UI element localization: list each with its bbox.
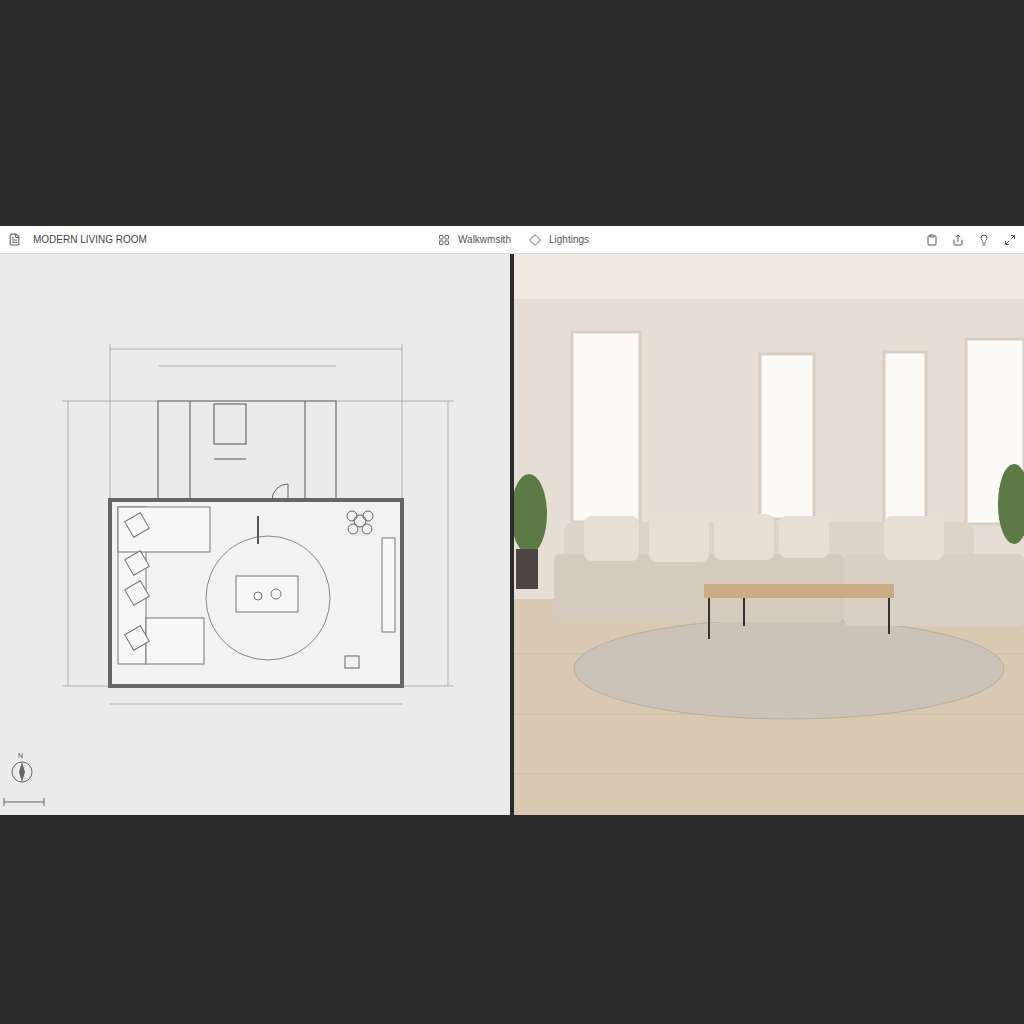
lighting-icon: [529, 234, 541, 246]
clipboard-icon[interactable]: [926, 234, 938, 246]
bottom-backdrop: [0, 815, 1024, 1024]
app-window: MODERN LIVING ROOM Walkwmsith Lightings N: [0, 226, 1024, 815]
window-title: MODERN LIVING ROOM: [33, 234, 147, 245]
toolbar-nav: Walkwmsith Lightings: [438, 234, 926, 246]
page: MODERN LIVING ROOM Walkwmsith Lightings N: [0, 0, 1024, 1024]
render-panel: [514, 254, 1024, 815]
bulb-icon[interactable]: [978, 234, 990, 246]
document-icon: [8, 233, 21, 246]
toolbar-item[interactable]: Lightings: [529, 234, 589, 246]
room-render: [514, 254, 1024, 815]
svg-text:N: N: [18, 752, 23, 759]
layout-icon: [438, 234, 450, 246]
toolbar-actions: [926, 234, 1016, 246]
top-backdrop: [0, 0, 1024, 226]
toolbar: MODERN LIVING ROOM Walkwmsith Lightings: [0, 226, 1024, 254]
share-icon[interactable]: [952, 234, 964, 246]
toolbar-item[interactable]: Walkwmsith: [438, 234, 511, 246]
workspace: N: [0, 254, 1024, 815]
expand-icon[interactable]: [1004, 234, 1016, 246]
floor-plan[interactable]: N: [0, 254, 510, 815]
title-group: MODERN LIVING ROOM: [8, 233, 438, 246]
floor-plan-panel: N: [0, 254, 510, 815]
